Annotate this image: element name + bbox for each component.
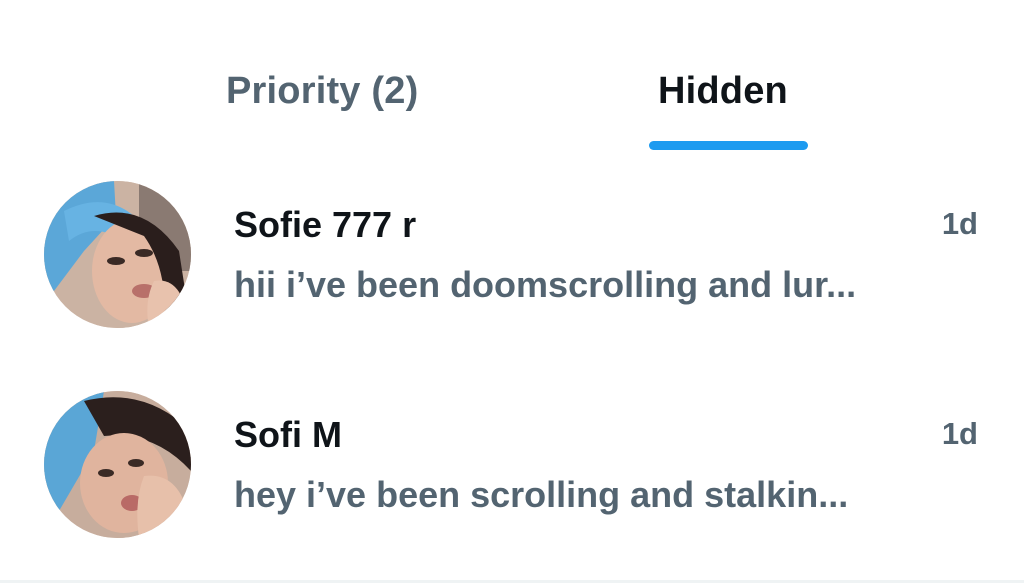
conversation-preview: hey i’ve been scrolling and stalkin... <box>234 474 849 515</box>
active-tab-indicator <box>649 141 808 150</box>
avatar[interactable] <box>44 391 191 538</box>
conversation-timestamp: 1d <box>941 416 978 451</box>
avatar[interactable] <box>44 181 191 328</box>
profile-photo-icon <box>44 391 191 538</box>
tab-bar: Priority (2) Hidden <box>0 62 1024 154</box>
message-requests-screen: Priority (2) Hidden Sofie 777 r 1d hii i… <box>0 0 1024 583</box>
conversation-row[interactable]: Sofie 777 r 1d hii i’ve been doomscrolli… <box>0 176 1024 336</box>
tab-priority[interactable]: Priority (2) <box>226 70 418 154</box>
conversation-timestamp: 1d <box>941 206 978 241</box>
conversation-name: Sofie 777 r <box>234 204 417 245</box>
profile-photo-icon <box>44 181 191 328</box>
conversation-name: Sofi M <box>234 414 342 455</box>
conversation-row[interactable]: Sofi M 1d hey i’ve been scrolling and st… <box>0 386 1024 546</box>
header-title-clipped <box>0 0 1024 6</box>
conversation-preview: hii i’ve been doomscrolling and lur... <box>234 264 857 305</box>
